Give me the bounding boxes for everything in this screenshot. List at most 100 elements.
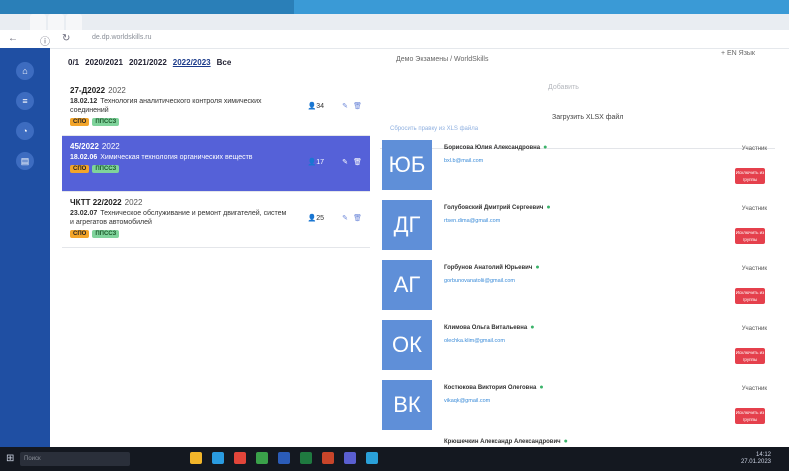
member-count: 👤34 [307,103,324,110]
member-email[interactable]: gorbunovanatolii@gmail.com [444,278,515,284]
year-filter-item[interactable]: 0/1 [68,58,79,67]
language-switch[interactable]: + EN Язык [721,50,755,57]
taskbar-search[interactable]: Поиск [20,452,130,466]
browser-window: ← ⓘ ↻ de.dp.worldskills.ru + EN Язык ⌂ ≡… [0,14,789,471]
remove-from-group-button[interactable]: Исключить из группы [735,168,765,184]
member-card: ЮБ Борисова Юлия Александровна ● bxl.b@ma… [382,140,777,196]
edge-icon[interactable] [212,452,224,464]
year-filter-item[interactable]: 2020/2021 [85,58,123,67]
year-filter-item[interactable]: 2021/2022 [129,58,167,67]
windows-start-icon[interactable]: ⊞ [6,453,14,464]
member-card: ОК Климова Ольга Витальевна ● olechka.kli… [382,320,777,376]
page-title: Демо Экзамены / WorldSkills [396,56,489,63]
badge-spo: СПО [70,118,90,126]
group-year: 2022 [101,142,120,151]
member-name: Борисова Юлия Александровна [444,145,541,151]
clock-date: 27.01.2023 [740,459,771,465]
excel-icon[interactable] [300,452,312,464]
file-explorer-icon[interactable] [190,452,202,464]
badge-ppssz: ППССЗ [92,165,120,173]
group-code: ЧКТТ 22/2022 [70,198,122,207]
group-code: 45/2022 [70,142,99,151]
taskbar-clock: 14:12 27.01.2023 [741,452,771,466]
info-icon[interactable]: ⓘ [40,33,50,48]
user-icon[interactable]: ◔ [16,122,34,140]
avatar: ОК [382,320,432,370]
member-email[interactable]: bxl.b@mail.com [444,158,483,164]
teams-icon[interactable] [344,452,356,464]
edit-icon[interactable]: ✎ [342,214,348,222]
remove-from-group-button[interactable]: Исключить из группы [735,408,765,424]
group-list: 27-Д2022 2022 18.02.12 Технология аналитич… [62,80,370,248]
year-filter: 0/1 2020/2021 2021/2022 2022/2023 Все [68,58,231,67]
online-status-icon: ● [546,204,551,211]
member-name: Крюшечкин Александр Александрович [444,439,561,445]
back-icon[interactable]: ← [8,33,18,44]
group-code: 27-Д2022 [70,86,106,95]
remove-from-group-button[interactable]: Исключить из группы [735,288,765,304]
avatar: ВК [382,380,432,430]
avatar: ЮБ [382,140,432,190]
group-row[interactable]: ЧКТТ 22/2022 2022 23.02.07 Техническое обс… [62,192,370,248]
online-status-icon: ● [563,438,568,445]
taskbar-apps [190,452,378,464]
add-button[interactable]: Добавить [548,84,579,91]
member-name: Голубовский Дмитрий Сергеевич [444,205,544,211]
member-count: 👤17 [307,159,324,166]
online-status-icon: ● [539,384,544,391]
member-role: Участник [741,146,767,152]
remove-from-group-button[interactable]: Исключить из группы [735,348,765,364]
member-name: Костюкова Виктория Олеговна [444,385,537,391]
badge-spo: СПО [70,165,90,173]
avatar: АГ [382,260,432,310]
year-filter-item[interactable]: Все [217,58,232,67]
browser-tab-strip [0,14,789,30]
avatar: ДГ [382,200,432,250]
browser-tab[interactable] [48,14,64,30]
spec-name: Химическая технология органических вещес… [100,154,253,161]
member-name: Горбунов Анатолий Юрьевич [444,265,533,271]
clock-time: 14:12 [755,452,771,458]
left-rail: ⌂ ≡ ◔ ▤ [0,48,50,471]
address-bar: ← ⓘ ↻ de.dp.worldskills.ru [0,30,789,49]
group-row-selected[interactable]: 45/2022 2022 18.02.06 Химическая технологи… [62,136,370,192]
remove-from-group-button[interactable]: Исключить из группы [735,228,765,244]
online-status-icon: ● [543,144,548,151]
edit-icon[interactable]: ✎ [342,102,348,110]
reload-icon[interactable]: ↻ [62,33,70,44]
spec-name: Техническое обслуживание и ремонт двигат… [70,210,287,226]
member-card: АГ Горбунов Анатолий Юрьевич ● gorbunovan… [382,260,777,316]
browser-tab[interactable] [30,14,46,30]
yandex-browser-icon[interactable] [234,452,246,464]
url-field[interactable]: de.dp.worldskills.ru [92,34,152,41]
member-name: Климова Ольга Витальевна [444,325,528,331]
upload-xlsx-button[interactable]: Загрузить XLSX файл [552,114,623,121]
reset-xls-link[interactable]: Сбросить правку из XLS файла [390,126,478,132]
delete-icon[interactable]: 🗑 [353,102,362,110]
chrome-icon[interactable] [256,452,268,464]
groups-icon[interactable]: ≡ [16,92,34,110]
member-card: ВК Костюкова Виктория Олеговна ● vikaqk@g… [382,380,777,436]
delete-icon[interactable]: 🗑 [353,214,362,222]
spec-name: Технология аналитического контроля химич… [70,98,262,114]
word-icon[interactable] [278,452,290,464]
member-email[interactable]: vikaqk@gmail.com [444,398,490,404]
year-filter-item-active[interactable]: 2022/2023 [173,58,211,67]
delete-icon[interactable]: 🗑 [353,158,362,166]
member-email[interactable]: olechka.klim@gmail.com [444,338,505,344]
telegram-icon[interactable] [366,452,378,464]
member-count: 👤25 [307,215,324,222]
edit-icon[interactable]: ✎ [342,158,348,166]
member-email[interactable]: rtsen.dima@gmail.com [444,218,500,224]
taskbar: ⊞ Поиск 14:12 27.01.2023 [0,447,789,471]
group-row[interactable]: 27-Д2022 2022 18.02.12 Технология аналитич… [62,80,370,136]
home-icon[interactable]: ⌂ [16,62,34,80]
browser-tab[interactable] [66,14,82,30]
document-icon[interactable]: ▤ [16,152,34,170]
powerpoint-icon[interactable] [322,452,334,464]
member-role: Участник [741,386,767,392]
online-status-icon: ● [530,324,535,331]
badge-spo: СПО [70,230,90,238]
member-card: ДГ Голубовский Дмитрий Сергеевич ● rtsen.… [382,200,777,256]
badge-ppssz: ППССЗ [92,230,120,238]
